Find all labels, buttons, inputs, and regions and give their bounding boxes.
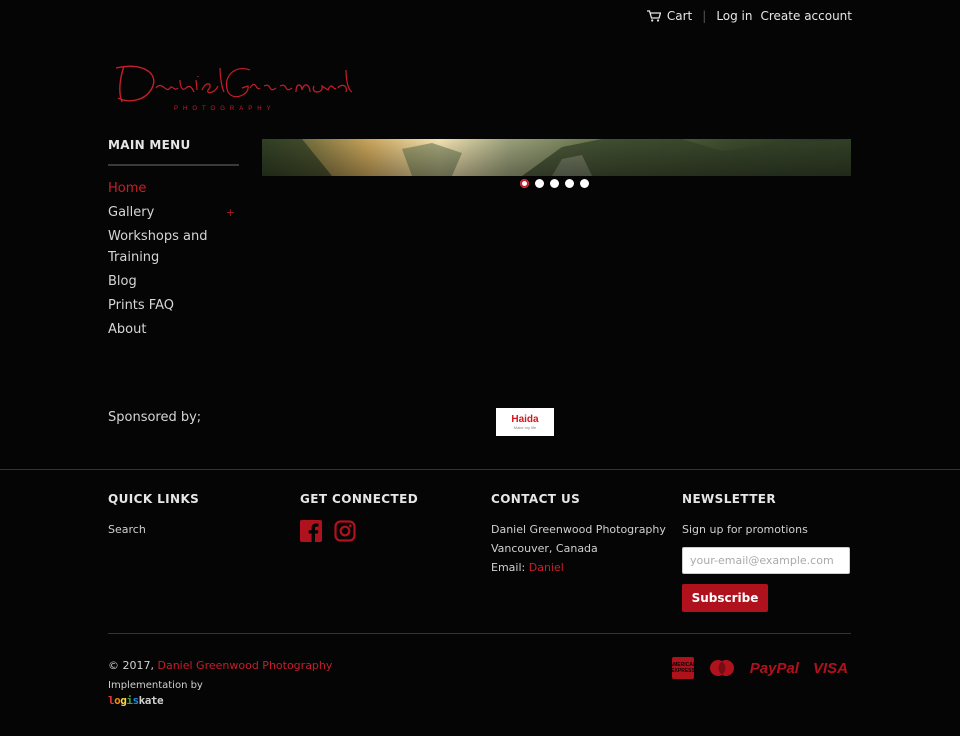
copyright-prefix: © 2017, — [108, 659, 154, 672]
header-separator: | — [702, 9, 707, 23]
site-logo[interactable]: PHOTOGRAPHY — [110, 58, 355, 116]
menu-item-label: Gallery — [108, 205, 155, 220]
email-label: Email: — [491, 561, 526, 574]
contact-column: CONTACT US Daniel Greenwood Photography … — [491, 492, 666, 577]
instagram-icon[interactable] — [334, 520, 356, 545]
payment-icons: AMERICAN EXPRESS PayPal VISA — [671, 657, 848, 679]
subscribe-button[interactable]: Subscribe — [682, 584, 768, 612]
contact-title: CONTACT US — [491, 492, 581, 506]
facebook-icon[interactable] — [300, 520, 322, 545]
quick-links-title: QUICK LINKS — [108, 492, 200, 506]
menu-item-about[interactable]: About — [108, 319, 239, 340]
footer-divider — [0, 469, 960, 470]
menu-item-label: About — [108, 322, 147, 337]
sponsor-logo[interactable]: Haida Make my life — [496, 408, 554, 436]
copyright-link[interactable]: Daniel Greenwood Photography — [158, 659, 333, 672]
get-connected-title: GET CONNECTED — [300, 492, 419, 506]
implementer-logo[interactable]: logiskate — [108, 694, 164, 707]
menu-item-label: Workshops and Training — [108, 229, 208, 265]
mastercard-icon — [709, 660, 734, 676]
slide-dot[interactable] — [550, 179, 559, 188]
contact-name: Daniel Greenwood Photography — [491, 523, 666, 536]
logo-signature: PHOTOGRAPHY — [115, 65, 353, 112]
implementation-label: Implementation by — [108, 680, 203, 691]
cart-icon — [646, 10, 661, 22]
get-connected-column: GET CONNECTED — [300, 492, 418, 545]
copyright: © 2017, Daniel Greenwood Photography — [108, 659, 332, 672]
cart-label: Cart — [666, 9, 693, 23]
american-express-icon: AMERICAN EXPRESS — [671, 657, 694, 679]
banner-image — [262, 139, 851, 176]
svg-text:EXPRESS: EXPRESS — [672, 668, 694, 674]
top-bar: Cart | Log in Create account — [646, 9, 853, 23]
logo-subtitle: PHOTOGRAPHY — [174, 106, 276, 112]
login-link[interactable]: Log in — [716, 9, 752, 23]
main-menu-title: MAIN MENU — [108, 138, 239, 166]
menu-item-label: Home — [108, 181, 147, 196]
newsletter-email-input[interactable] — [682, 547, 850, 574]
email-link[interactable]: Daniel — [529, 561, 564, 574]
contact-email: Email: Daniel — [491, 558, 666, 577]
create-account-link[interactable]: Create account — [761, 9, 853, 23]
quick-links-column: QUICK LINKS Search — [108, 492, 199, 539]
slide-dot[interactable] — [535, 179, 544, 188]
newsletter-title: NEWSLETTER — [682, 492, 777, 506]
menu-item-workshops[interactable]: Workshops and Training — [108, 226, 239, 268]
main-menu: MAIN MENU Home Gallery + Workshops and Tr… — [108, 138, 239, 343]
slide-dot[interactable] — [580, 179, 589, 188]
newsletter-text: Sign up for promotions — [682, 523, 808, 536]
search-link[interactable]: Search — [108, 523, 146, 536]
menu-item-home[interactable]: Home — [108, 178, 239, 199]
menu-item-prints-faq[interactable]: Prints FAQ — [108, 295, 239, 316]
slide-dot[interactable] — [565, 179, 574, 188]
cart-link[interactable]: Cart — [646, 9, 693, 23]
paypal-icon: PayPal — [749, 659, 799, 677]
visa-icon: VISA — [812, 659, 848, 677]
sponsor-brand-tagline: Make my life — [513, 424, 537, 430]
expand-icon[interactable]: + — [226, 202, 235, 223]
menu-item-gallery[interactable]: Gallery + — [108, 202, 239, 223]
slideshow-banner[interactable] — [262, 139, 851, 176]
slideshow-dots — [520, 179, 589, 188]
sponsor-label: Sponsored by; — [108, 410, 202, 425]
contact-location: Vancouver, Canada — [491, 542, 598, 555]
sponsor-brand: Haida — [511, 413, 539, 425]
menu-item-label: Prints FAQ — [108, 298, 174, 313]
newsletter-column: NEWSLETTER Sign up for promotions Subscr… — [682, 492, 850, 612]
menu-item-blog[interactable]: Blog — [108, 271, 239, 292]
slide-dot[interactable] — [520, 179, 529, 188]
footer-bottom-divider — [108, 633, 851, 634]
menu-item-label: Blog — [108, 274, 137, 289]
